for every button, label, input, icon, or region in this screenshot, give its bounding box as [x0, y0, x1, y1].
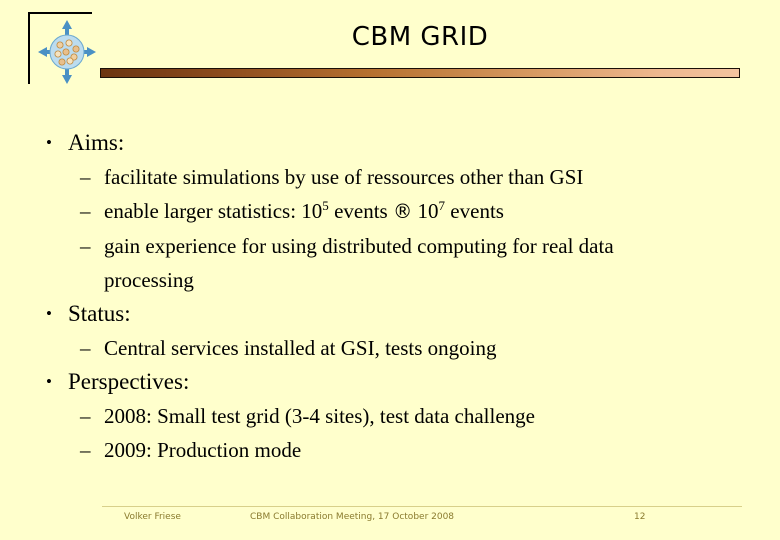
slide-footer: Volker Friese CBM Collaboration Meeting,… — [102, 510, 742, 528]
bullet-text: Central services installed at GSI, tests… — [104, 336, 497, 360]
bullet-text: Aims: — [68, 130, 125, 155]
bullet-marker: • — [46, 133, 52, 152]
statistics-post-text: 10 — [412, 199, 439, 223]
bullet-facilitate-simulations: – facilitate simulations by use of resso… — [36, 160, 748, 194]
dash-marker: – — [80, 199, 91, 223]
dash-marker: – — [80, 404, 91, 428]
slide-canvas: CBM GRID • Aims: – facilitate simulation… — [0, 0, 780, 540]
bullet-text-continued: processing — [104, 268, 194, 292]
bullet-perspectives: • Perspectives: — [36, 365, 748, 399]
footer-page-number: 12 — [634, 512, 646, 522]
statistics-end-text: events — [445, 199, 504, 223]
statistics-pre-text: enable larger statistics: 10 — [104, 199, 323, 223]
right-arrow-icon: ® — [392, 200, 413, 223]
bullet-text: Perspectives: — [68, 369, 190, 394]
statistics-mid-text: events — [328, 199, 393, 223]
dash-marker: – — [80, 165, 91, 189]
bullet-text: 2009: Production mode — [104, 438, 302, 462]
slide-logo — [28, 12, 98, 90]
bullet-2009-plan: – 2009: Production mode — [36, 433, 748, 467]
bullet-status: • Status: — [36, 297, 748, 331]
bullet-marker: • — [46, 304, 52, 323]
slide-body: • Aims: – facilitate simulations by use … — [36, 126, 748, 467]
title-divider-bar — [100, 68, 740, 78]
bullet-aims: • Aims: — [36, 126, 748, 160]
bullet-text: facilitate simulations by use of ressour… — [104, 165, 584, 189]
dash-marker: – — [80, 234, 91, 258]
bullet-2008-plan: – 2008: Small test grid (3-4 sites), tes… — [36, 399, 748, 433]
footer-author: Volker Friese — [124, 512, 181, 522]
dash-marker: – — [80, 336, 91, 360]
bullet-text: Status: — [68, 301, 131, 326]
bullet-gain-experience: – gain experience for using distributed … — [36, 229, 748, 297]
bullet-marker: • — [46, 372, 52, 391]
bullet-text: gain experience for using distributed co… — [104, 234, 614, 258]
bullet-central-services: – Central services installed at GSI, tes… — [36, 331, 748, 365]
bullet-text: 2008: Small test grid (3-4 sites), test … — [104, 404, 535, 428]
dash-marker: – — [80, 438, 91, 462]
slide-title: CBM GRID — [351, 22, 489, 52]
cbm-collision-logo-icon — [36, 18, 98, 86]
footer-meeting: CBM Collaboration Meeting, 17 October 20… — [250, 512, 455, 522]
bullet-enable-larger-statistics: – enable larger statistics: 105 events ®… — [36, 194, 748, 229]
footer-divider — [102, 506, 742, 507]
